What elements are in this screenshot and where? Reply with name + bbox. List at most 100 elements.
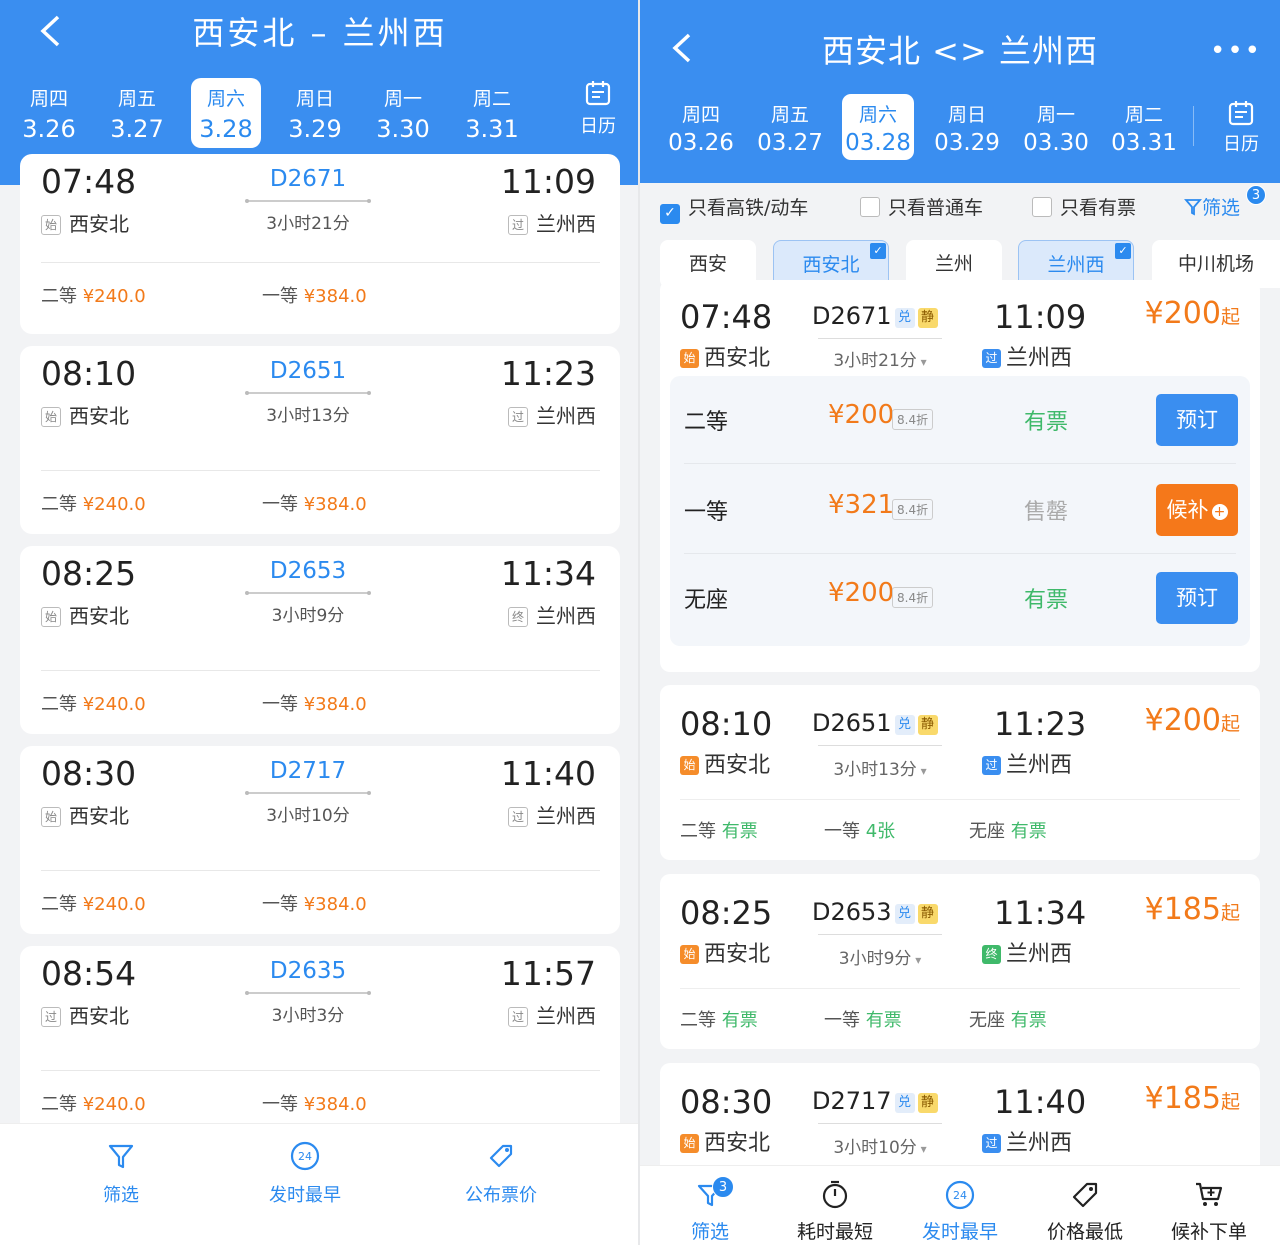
- date-tab[interactable]: 周二 3.31: [457, 78, 527, 148]
- train-card[interactable]: 08:25 D2653 3小时9分 11:34 始西安北 终兰州西 二等 ¥24…: [20, 546, 620, 734]
- station-tag: 始: [680, 945, 699, 964]
- station-tag: 过: [508, 407, 528, 427]
- checkbox-regular-only[interactable]: 只看普通车: [860, 193, 983, 220]
- quiet-badge: 静: [917, 904, 938, 924]
- date-tab[interactable]: 周一 3.30: [368, 78, 438, 148]
- train-code[interactable]: D2653: [245, 558, 371, 584]
- train-card[interactable]: 08:10 D2651 3小时13分 11:23 始西安北 过兰州西 二等 ¥2…: [20, 346, 620, 534]
- date-tab[interactable]: 周日 03.29: [931, 94, 1003, 160]
- tab-earliest[interactable]: 24 发时最早: [915, 1178, 1005, 1244]
- train-code[interactable]: D2671 兑静: [812, 302, 938, 330]
- station-name: 西安北: [704, 942, 771, 967]
- divider: [684, 463, 1236, 464]
- waitlist-button[interactable]: 候补 +: [1156, 484, 1238, 536]
- availability: 有票: [1024, 588, 1069, 613]
- to-station: 过兰州西: [508, 1000, 596, 1029]
- station-name: 兰州西: [536, 604, 596, 628]
- train-code[interactable]: D2717: [245, 758, 371, 784]
- seat-status: 有票: [865, 1010, 902, 1031]
- arrival-time: 11:34: [500, 554, 596, 593]
- station-tag: 过: [982, 349, 1001, 368]
- more-icon[interactable]: •••: [1210, 36, 1262, 66]
- weekday-label: 周六: [206, 88, 245, 110]
- calendar-icon: [585, 81, 611, 106]
- tab-published-fare[interactable]: 公布票价: [458, 1140, 544, 1207]
- train-card[interactable]: 07:48 D2671 3小时21分 11:09 始西安北 过兰州西 二等 ¥2…: [20, 154, 620, 334]
- checkbox-high-speed-only[interactable]: ✓ 只看高铁/动车: [660, 193, 808, 224]
- checkbox-empty-icon: [1032, 197, 1052, 217]
- price-suffix: 起: [1220, 306, 1240, 328]
- date-tab[interactable]: 周五 03.27: [754, 94, 826, 160]
- book-button[interactable]: 预订: [1156, 572, 1238, 624]
- train-code[interactable]: D2653 兑静: [812, 898, 938, 926]
- station-name: 兰州西: [536, 212, 596, 236]
- tab-label: 筛选: [690, 1221, 729, 1243]
- date-tab[interactable]: 周一 03.30: [1020, 94, 1092, 160]
- checkbox-label: 只看高铁/动车: [688, 197, 809, 219]
- train-code[interactable]: D2651: [245, 358, 371, 384]
- seat-label: 一等: [824, 1010, 860, 1031]
- seat-second-class: 二等 ¥240.0: [41, 1090, 146, 1116]
- train-code[interactable]: D2717 兑静: [812, 1087, 938, 1115]
- calendar-button[interactable]: 日历: [1214, 100, 1268, 156]
- seat-label: 二等: [41, 494, 77, 515]
- station-chip-label: 兰州西: [1047, 254, 1105, 276]
- seat-label: 二等: [41, 894, 77, 915]
- tab-earliest[interactable]: 24 发时最早: [262, 1140, 348, 1207]
- checkbox-available-only[interactable]: 只看有票: [1032, 193, 1136, 220]
- tab-waitlist-order[interactable]: 候补下单: [1164, 1178, 1254, 1244]
- book-button[interactable]: 预订: [1156, 394, 1238, 446]
- train-card[interactable]: 08:54 D2635 3小时3分 11:57 过西安北 过兰州西 二等 ¥24…: [20, 946, 620, 1134]
- date-tab[interactable]: 周二 03.31: [1108, 94, 1180, 160]
- tab-label: 候补下单: [1170, 1221, 1247, 1243]
- divider: [41, 262, 600, 263]
- date-label: 3.28: [199, 115, 253, 143]
- train-card[interactable]: 08:30 D2717 3小时10分 11:40 始西安北 过兰州西 二等 ¥2…: [20, 746, 620, 934]
- train-code[interactable]: D2635: [245, 958, 371, 984]
- date-tab-selected[interactable]: 周六 3.28: [191, 78, 261, 148]
- tab-filter[interactable]: 3 筛选: [682, 1176, 738, 1244]
- to-station: 过兰州西: [508, 208, 596, 237]
- station-name: 西安北: [69, 804, 129, 828]
- discount-badge: 8.4折: [892, 587, 934, 608]
- seat-status: 有票: [721, 1010, 758, 1031]
- seat-label: 无座: [969, 1010, 1005, 1031]
- duration-toggle[interactable]: 3小时10分: [820, 1133, 940, 1158]
- date-label: 03.28: [845, 130, 911, 156]
- seat-status: 4张: [865, 821, 896, 842]
- train-code[interactable]: D2671: [245, 166, 371, 192]
- price-suffix: 起: [1220, 902, 1240, 924]
- tab-filter[interactable]: 筛选: [90, 1140, 152, 1207]
- calendar-button[interactable]: 日历: [572, 80, 624, 138]
- quiet-badge: 静: [917, 308, 938, 328]
- tab-shortest-duration[interactable]: 耗时最短: [790, 1178, 880, 1244]
- date-tab[interactable]: 周日 3.29: [280, 78, 350, 148]
- date-tab[interactable]: 周四 3.26: [14, 78, 84, 148]
- filter-label: 筛选: [1202, 197, 1241, 219]
- quiet-badge: 静: [917, 715, 938, 735]
- divider: [41, 470, 600, 471]
- train-code[interactable]: D2651 兑静: [812, 709, 938, 737]
- departure-time: 07:48: [41, 162, 137, 201]
- filter-icon: [108, 1144, 134, 1169]
- tab-lowest-price[interactable]: 价格最低: [1040, 1178, 1130, 1244]
- seat-price: ¥200: [828, 578, 895, 608]
- seat-availability: 一等 有票: [824, 1006, 902, 1032]
- to-station: 过兰州西: [508, 400, 596, 429]
- date-tab[interactable]: 周五 3.27: [102, 78, 172, 148]
- to-station: 终兰州西: [982, 936, 1072, 968]
- lowest-price: ¥200起: [1145, 296, 1240, 331]
- duration-toggle[interactable]: 3小时9分: [820, 944, 940, 969]
- filter-button[interactable]: 筛选: [1184, 193, 1240, 220]
- station-name: 西安北: [69, 404, 129, 428]
- seat-name: 一等: [684, 500, 729, 525]
- train-card[interactable]: 08:10 D2651兑静 11:23 3小时13分 始西安北 过兰州西 ¥20…: [660, 685, 1260, 860]
- seat-label: 二等: [41, 1094, 77, 1115]
- filter-count-badge: 3: [712, 1176, 734, 1198]
- train-card[interactable]: 08:25 D2653兑静 11:34 3小时9分 始西安北 终兰州西 ¥185…: [660, 874, 1260, 1049]
- date-tab[interactable]: 周四 03.26: [665, 94, 737, 160]
- train-card-expanded[interactable]: 07:48 D2671兑静 11:09 3小时21分 始西安北 过兰州西 ¥20…: [660, 280, 1260, 672]
- duration-toggle[interactable]: 3小时13分: [820, 755, 940, 780]
- date-tab-selected[interactable]: 周六 03.28: [842, 94, 914, 160]
- duration-toggle[interactable]: 3小时21分: [820, 346, 940, 371]
